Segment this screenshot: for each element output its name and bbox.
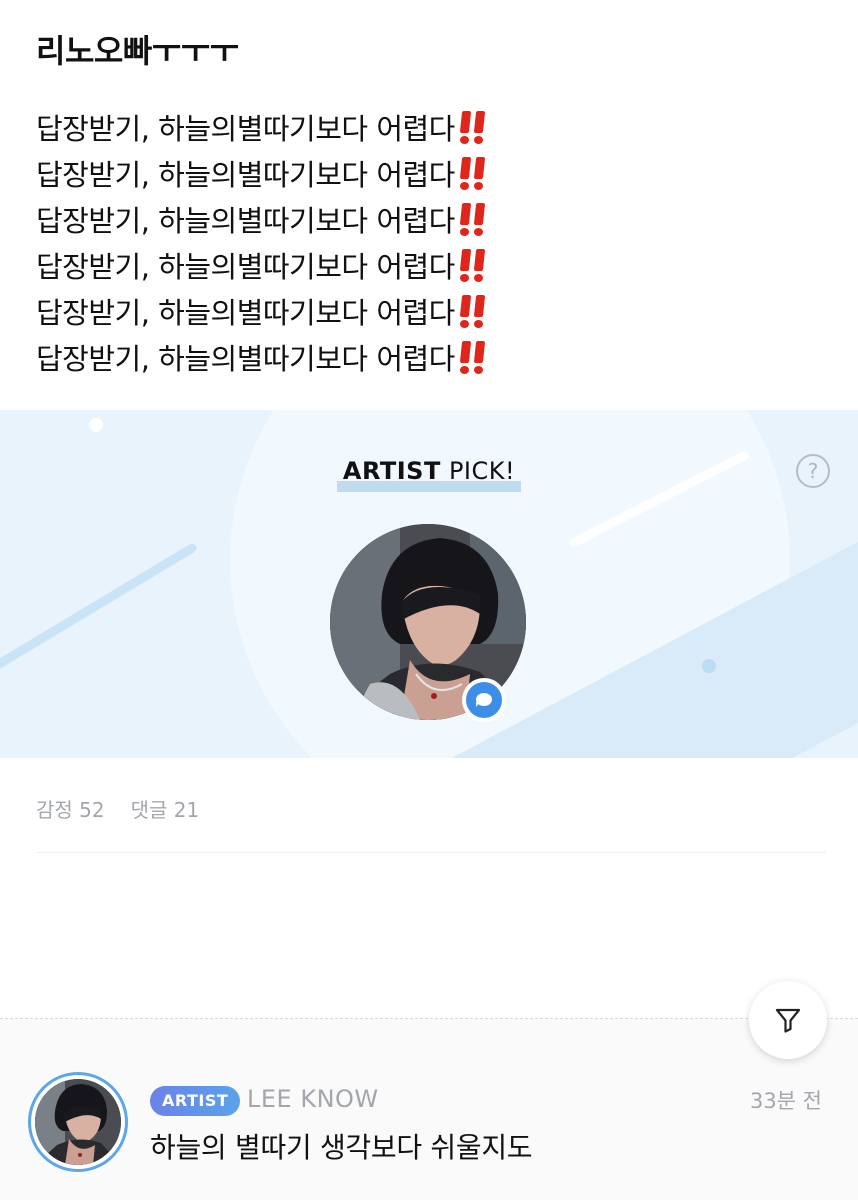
artist-pick-label-rest: PICK! — [440, 457, 516, 485]
double-exclamation-icon — [457, 201, 489, 237]
comment-count[interactable]: 댓글 21 — [131, 798, 200, 822]
filter-button[interactable] — [749, 981, 827, 1059]
post-line-text: 답장받기, 하늘의별따기보다 어렵다 — [36, 204, 455, 238]
post-line-text: 답장받기, 하늘의별따기보다 어렵다 — [36, 296, 455, 330]
post-body: 답장받기, 하늘의별따기보다 어렵다 답장받기, 하늘의별따기보다 어렵다 답장… — [36, 106, 816, 382]
banner-decoration — [0, 542, 199, 674]
post-line: 답장받기, 하늘의별따기보다 어렵다 — [36, 198, 816, 244]
comment-text[interactable]: 하늘의 별따기 생각보다 쉬울지도 — [150, 1126, 533, 1166]
double-exclamation-icon — [457, 293, 489, 329]
post-line: 답장받기, 하늘의별따기보다 어렵다 — [36, 244, 816, 290]
dashed-divider — [0, 1018, 858, 1019]
post-title: 리노오빠ㅜㅜㅜ — [36, 32, 239, 70]
comment-avatar[interactable] — [28, 1072, 128, 1172]
comment-timestamp: 33분 전 — [749, 1089, 822, 1113]
artist-pick-label-bold: ARTIST — [342, 457, 441, 485]
artist-badge: ARTIST — [150, 1086, 241, 1116]
comment-author[interactable]: LEE KNOW — [247, 1085, 379, 1113]
post-line: 답장받기, 하늘의별따기보다 어렵다 — [36, 106, 816, 152]
double-exclamation-icon — [457, 155, 489, 191]
post-line-text: 답장받기, 하늘의별따기보다 어렵다 — [36, 112, 455, 146]
filter-icon — [775, 1008, 801, 1033]
post-line-text: 답장받기, 하늘의별따기보다 어렵다 — [36, 158, 455, 192]
comment-section — [0, 1019, 858, 1200]
post-page: 리노오빠ㅜㅜㅜ 답장받기, 하늘의별따기보다 어렵다 답장받기, 하늘의별따기보… — [0, 0, 858, 1200]
banner-decoration — [89, 418, 103, 432]
chat-bubble-icon — [462, 678, 506, 722]
double-exclamation-icon — [457, 247, 489, 283]
post-line-text: 답장받기, 하늘의별따기보다 어렵다 — [36, 250, 455, 284]
artist-photo — [35, 1079, 121, 1165]
help-icon[interactable]: ? — [796, 454, 830, 488]
post-line: 답장받기, 하늘의별따기보다 어렵다 — [36, 336, 816, 382]
post-line: 답장받기, 하늘의별따기보다 어렵다 — [36, 152, 816, 198]
banner-decoration — [702, 659, 716, 673]
post-line: 답장받기, 하늘의별따기보다 어렵다 — [36, 290, 816, 336]
divider — [36, 852, 826, 853]
post-line-text: 답장받기, 하늘의별따기보다 어렵다 — [36, 342, 455, 376]
double-exclamation-icon — [457, 109, 489, 145]
reaction-count[interactable]: 감정 52 — [36, 798, 105, 822]
artist-pick-label: ARTIST PICK! — [0, 457, 858, 492]
post-stats: 감정 52 댓글 21 — [36, 794, 199, 823]
artist-pick-banner: ARTIST PICK! ? — [0, 410, 858, 758]
double-exclamation-icon — [457, 339, 489, 375]
